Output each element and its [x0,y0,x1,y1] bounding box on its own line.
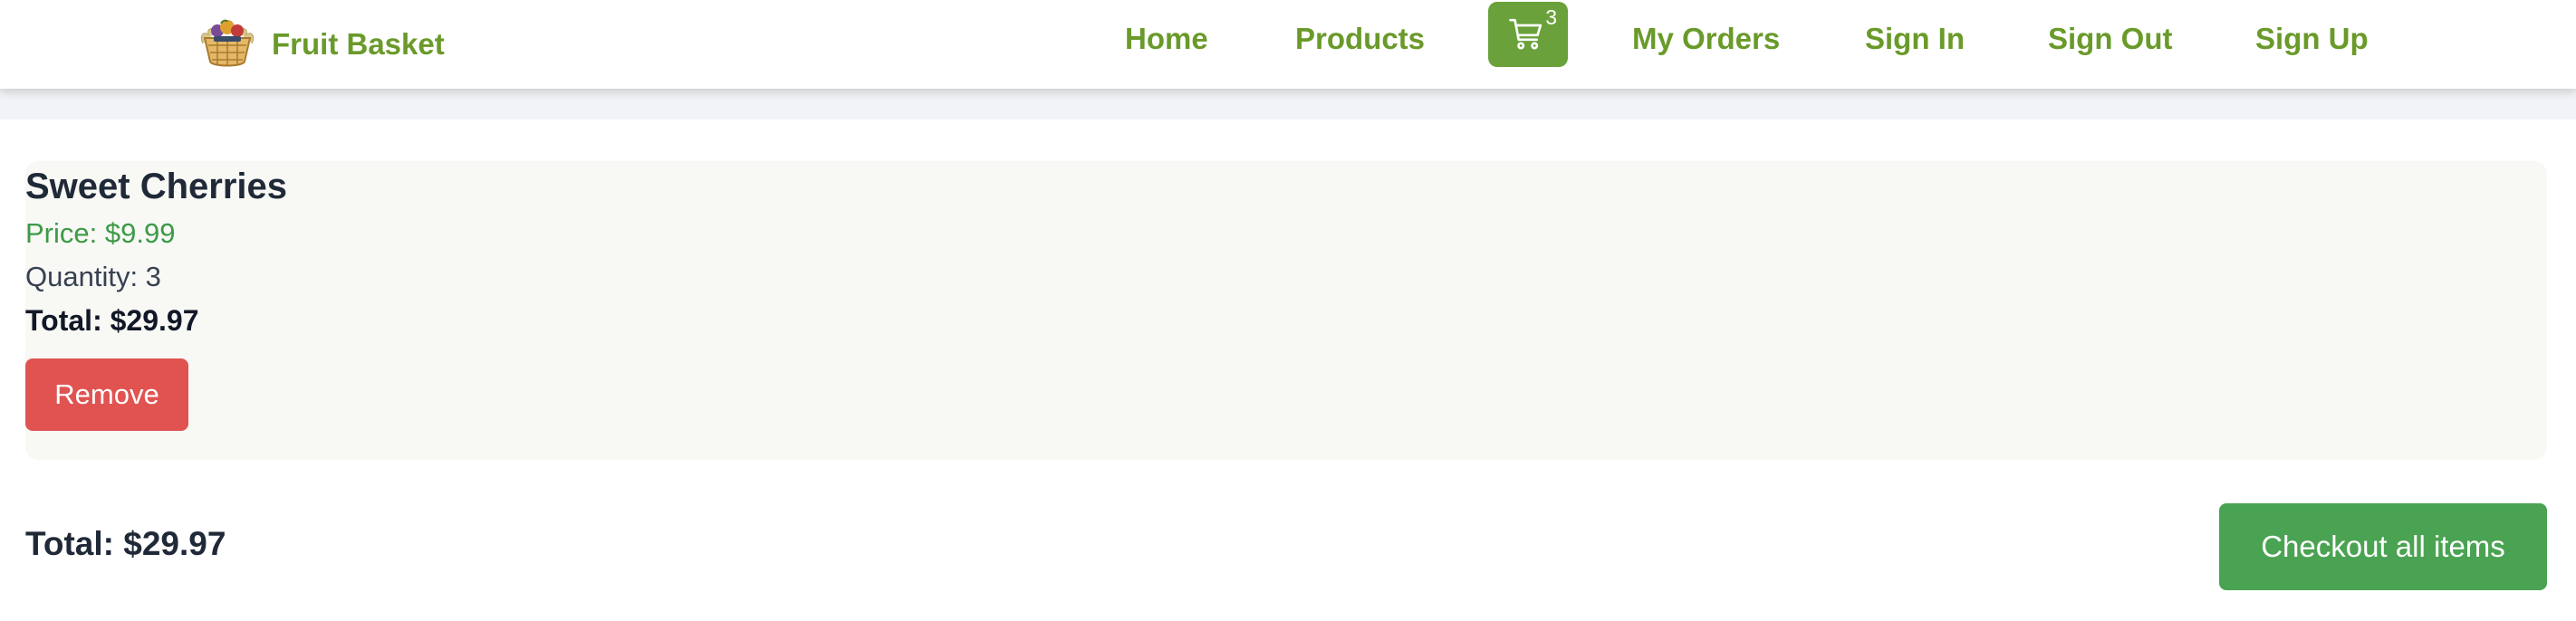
nav-sign-out[interactable]: Sign Out [2048,20,2172,58]
cart-button[interactable]: 3 [1488,2,1568,67]
nav-sign-in[interactable]: Sign In [1865,20,1965,58]
header-divider-band [0,89,2576,119]
brand-link[interactable]: Fruit Basket [197,16,445,72]
nav-sign-up[interactable]: Sign Up [2255,20,2369,58]
item-quantity: Quantity: 3 [25,261,161,292]
site-header: Fruit Basket Home Products 3 My Orders S… [0,0,2576,89]
remove-button[interactable]: Remove [25,358,188,431]
shopping-cart-icon [1509,18,1543,50]
item-total: Total: $29.97 [25,304,199,337]
nav-my-orders[interactable]: My Orders [1632,20,1780,58]
cart-item-card: Sweet Cherries Price: $9.99 Quantity: 3 … [25,161,2547,460]
cart-count-badge: 3 [1545,5,1557,29]
fruit-basket-logo-icon [200,19,255,67]
checkout-all-button[interactable]: Checkout all items [2219,503,2547,590]
nav-products[interactable]: Products [1295,20,1425,58]
brand-name: Fruit Basket [272,27,445,61]
cart-grand-total: Total: $29.97 [25,525,226,562]
nav-home[interactable]: Home [1125,20,1208,58]
item-name: Sweet Cherries [25,167,288,206]
item-price: Price: $9.99 [25,217,176,249]
